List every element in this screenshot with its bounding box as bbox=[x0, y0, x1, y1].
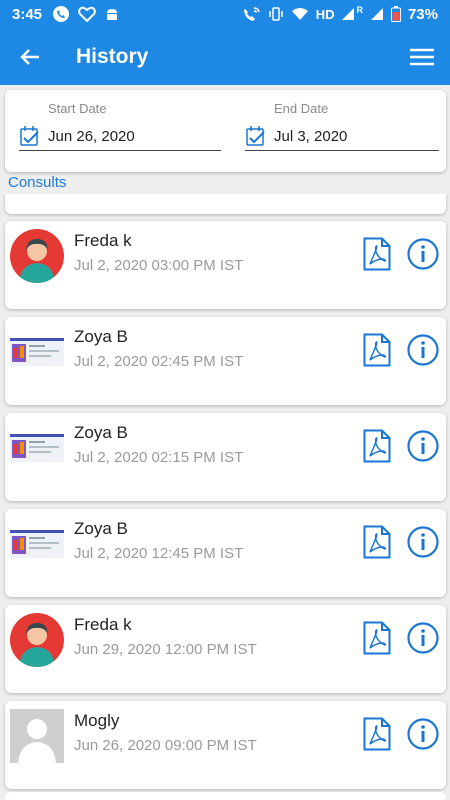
menu-button[interactable] bbox=[394, 28, 450, 85]
screenshot-thumbnail bbox=[10, 434, 64, 462]
consult-name: Zoya B bbox=[74, 423, 128, 442]
pdf-icon[interactable] bbox=[363, 429, 391, 463]
battery-percent: 73% bbox=[407, 5, 438, 23]
page-title: History bbox=[76, 44, 149, 68]
calendar-check-icon bbox=[20, 126, 39, 146]
avatar-woman-icon bbox=[10, 229, 64, 283]
date-filter-card: Start Date Jun 26, 2020 End Date Jul 3, … bbox=[5, 90, 446, 172]
wifi-icon bbox=[291, 8, 308, 20]
list-item[interactable]: Freda k Jun 29, 2020 12:00 PM IST bbox=[5, 605, 446, 693]
info-icon[interactable] bbox=[407, 430, 439, 462]
phone-icon bbox=[53, 6, 70, 22]
consult-name: Mogly bbox=[74, 711, 120, 730]
start-date-label: Start Date bbox=[48, 101, 107, 116]
list-item[interactable]: Freda k Jul 2, 2020 03:00 PM IST bbox=[5, 221, 446, 309]
list-item[interactable]: Zoya B Jul 2, 2020 02:15 PM IST bbox=[5, 413, 446, 501]
list-item-partial bbox=[5, 792, 446, 800]
vibrate-icon bbox=[268, 7, 283, 21]
pdf-icon[interactable] bbox=[363, 333, 391, 367]
end-date-label: End Date bbox=[274, 101, 329, 116]
consult-datetime: Jul 2, 2020 03:00 PM IST bbox=[74, 257, 244, 274]
start-date-field[interactable]: Start Date Jun 26, 2020 bbox=[15, 90, 221, 172]
consult-datetime: Jun 29, 2020 12:00 PM IST bbox=[74, 641, 257, 658]
app-bar: History bbox=[0, 28, 450, 85]
consult-datetime: Jun 26, 2020 09:00 PM IST bbox=[74, 737, 257, 754]
pdf-icon[interactable] bbox=[363, 237, 391, 271]
list-item[interactable]: Zoya B Jul 2, 2020 02:45 PM IST bbox=[5, 317, 446, 405]
arrow-left-icon bbox=[20, 48, 39, 65]
section-title: Consults bbox=[8, 174, 67, 191]
hamburger-menu-icon bbox=[410, 48, 434, 65]
end-date-value: Jul 3, 2020 bbox=[274, 128, 348, 145]
status-time: 3:45 bbox=[12, 5, 43, 23]
start-date-value: Jun 26, 2020 bbox=[48, 128, 135, 145]
info-icon[interactable] bbox=[407, 334, 439, 366]
pdf-icon[interactable] bbox=[363, 717, 391, 751]
signal-label: R bbox=[356, 5, 363, 15]
end-date-underline bbox=[245, 150, 439, 151]
consult-name: Zoya B bbox=[74, 519, 128, 538]
consult-datetime: Jul 2, 2020 12:45 PM IST bbox=[74, 545, 244, 562]
status-bar: 3:45 HD R 73% bbox=[0, 0, 450, 28]
android-icon bbox=[107, 9, 118, 20]
network-label: HD bbox=[315, 6, 335, 22]
consult-name: Freda k bbox=[74, 231, 132, 250]
consult-name: Freda k bbox=[74, 615, 132, 634]
back-button[interactable] bbox=[0, 28, 60, 85]
list-item-partial bbox=[5, 194, 446, 214]
avatar-placeholder-icon bbox=[10, 709, 64, 763]
consult-list[interactable]: Freda k Jul 2, 2020 03:00 PM IST Zoya B … bbox=[0, 194, 450, 800]
signal-icon bbox=[342, 8, 355, 20]
info-icon[interactable] bbox=[407, 238, 439, 270]
avatar-woman-icon bbox=[10, 613, 64, 667]
calendar-check-icon bbox=[246, 126, 265, 146]
consult-datetime: Jul 2, 2020 02:45 PM IST bbox=[74, 353, 244, 370]
start-date-underline bbox=[19, 150, 221, 151]
heart-icon bbox=[78, 6, 96, 22]
info-icon[interactable] bbox=[407, 622, 439, 654]
pdf-icon[interactable] bbox=[363, 621, 391, 655]
info-icon[interactable] bbox=[407, 526, 439, 558]
battery-icon bbox=[390, 6, 401, 22]
consult-datetime: Jul 2, 2020 02:15 PM IST bbox=[74, 449, 244, 466]
screenshot-thumbnail bbox=[10, 530, 64, 558]
pdf-icon[interactable] bbox=[363, 525, 391, 559]
list-item[interactable]: Zoya B Jul 2, 2020 12:45 PM IST bbox=[5, 509, 446, 597]
wifi-calling-icon bbox=[243, 7, 260, 21]
signal-icon-2 bbox=[370, 8, 383, 20]
list-item[interactable]: Mogly Jun 26, 2020 09:00 PM IST bbox=[5, 701, 446, 789]
info-icon[interactable] bbox=[407, 718, 439, 750]
consult-name: Zoya B bbox=[74, 327, 128, 346]
screenshot-thumbnail bbox=[10, 338, 64, 366]
end-date-field[interactable]: End Date Jul 3, 2020 bbox=[241, 90, 441, 172]
